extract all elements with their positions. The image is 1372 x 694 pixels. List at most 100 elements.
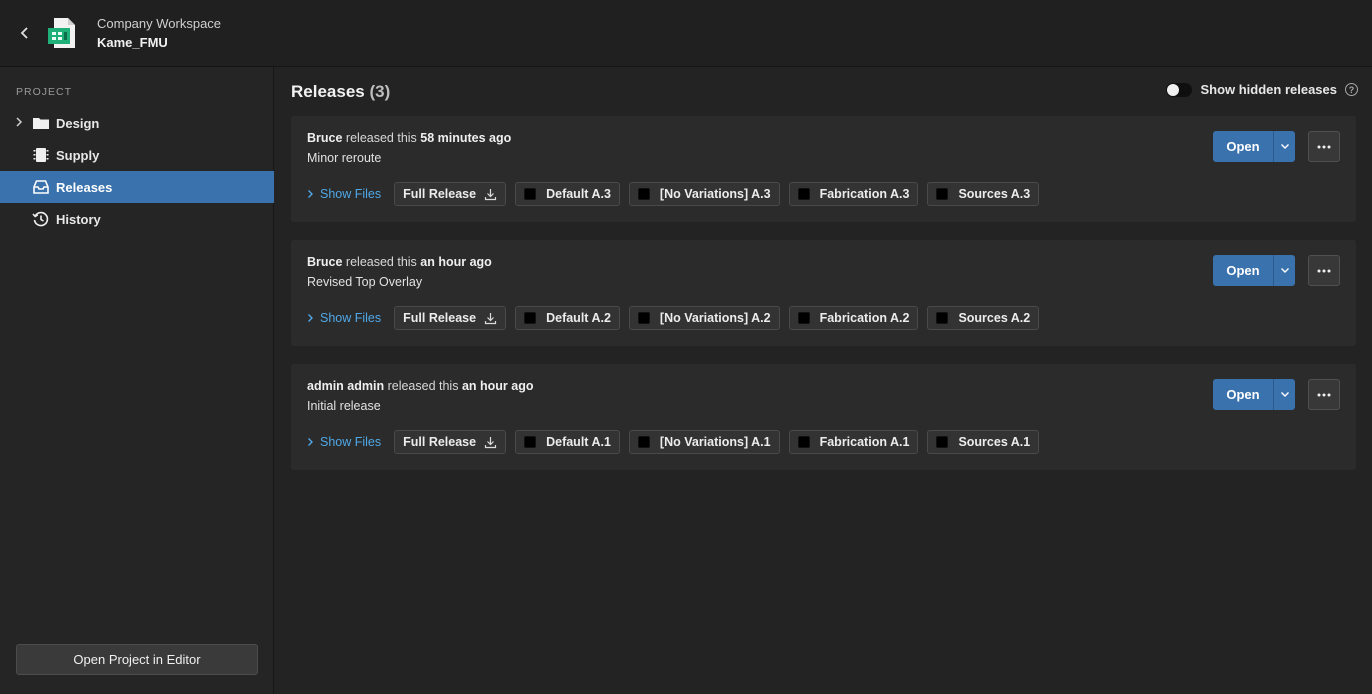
color-swatch (797, 436, 810, 448)
file-pill-default[interactable]: Default A.3 (515, 182, 620, 206)
show-files-button[interactable]: Show Files (307, 311, 381, 325)
chevron-left-icon (20, 27, 28, 39)
file-label: Fabrication A.2 (819, 311, 910, 325)
file-pill-sources[interactable]: Sources A.3 (927, 182, 1040, 206)
show-hidden-label: Show hidden releases (1200, 82, 1337, 97)
open-dropdown-button[interactable] (1273, 255, 1295, 286)
release-verb: released this (345, 255, 417, 269)
release-time: an hour ago (461, 379, 534, 393)
show-files-label: Show Files (320, 435, 382, 449)
file-label: Default A.2 (546, 311, 611, 325)
release-author: admin admin (307, 379, 385, 393)
open-button[interactable]: Open (1213, 255, 1273, 286)
sidebar-item-label: Supply (56, 148, 100, 163)
folder-icon (33, 118, 49, 129)
release-card: Bruce released this 58 minutes ago Minor… (291, 116, 1356, 222)
show-hidden-toggle[interactable] (1166, 82, 1193, 97)
sidebar-item-history[interactable]: History (0, 203, 274, 235)
page-title: Releases (3) (291, 82, 390, 102)
file-pill-fabrication[interactable]: Fabrication A.1 (788, 430, 919, 454)
file-label: [No Variations] A.1 (659, 435, 771, 449)
open-dropdown-button[interactable] (1273, 379, 1295, 410)
file-label: Sources A.2 (958, 311, 1031, 325)
color-swatch (936, 188, 949, 200)
open-button[interactable]: Open (1213, 131, 1273, 162)
color-swatch (797, 188, 810, 200)
chip-icon (33, 148, 49, 162)
file-label: [No Variations] A.3 (659, 187, 771, 201)
release-description: Minor reroute (307, 151, 382, 165)
more-horizontal-icon (1317, 269, 1331, 272)
workspace-name: Company Workspace (97, 16, 222, 31)
file-pill-default[interactable]: Default A.1 (515, 430, 620, 454)
show-files-button[interactable]: Show Files (307, 435, 381, 449)
chevron-right-icon (308, 438, 313, 446)
sidebar: PROJECT Design Supply Releases History O… (0, 67, 274, 694)
open-in-editor-button[interactable]: Open Project in Editor (16, 644, 258, 675)
file-pill-sources[interactable]: Sources A.2 (927, 306, 1040, 330)
open-dropdown-button[interactable] (1273, 131, 1295, 162)
files-row: Show Files Full Release Default A.3 [No … (307, 182, 1048, 206)
page-title-text: Releases (291, 82, 365, 101)
show-files-button[interactable]: Show Files (307, 187, 381, 201)
sidebar-item-releases[interactable]: Releases (0, 171, 274, 203)
release-description: Initial release (307, 399, 381, 413)
top-bar: Company Workspace Kame_FMU (0, 0, 1372, 67)
project-name: Kame_FMU (97, 35, 168, 50)
back-button[interactable] (14, 22, 36, 44)
open-button-group: Open (1213, 379, 1295, 410)
sidebar-item-supply[interactable]: Supply (0, 139, 274, 171)
files-row: Show Files Full Release Default A.1 [No … (307, 430, 1048, 454)
chevron-right-icon (308, 314, 313, 322)
inbox-icon (33, 180, 49, 194)
file-pill-no-variations[interactable]: [No Variations] A.1 (628, 430, 780, 454)
show-files-label: Show Files (320, 311, 382, 325)
color-swatch (637, 188, 650, 200)
release-time: 58 minutes ago (420, 131, 512, 145)
sidebar-item-label: History (56, 212, 101, 227)
chevron-right-icon[interactable] (15, 116, 23, 128)
release-meta: Bruce released this an hour ago (307, 255, 492, 269)
more-options-button[interactable] (1308, 131, 1340, 162)
more-options-button[interactable] (1308, 379, 1340, 410)
help-icon[interactable]: ? (1345, 83, 1358, 96)
color-swatch (637, 436, 650, 448)
chevron-down-icon (1280, 268, 1289, 273)
file-pill-fabrication[interactable]: Fabrication A.3 (788, 182, 919, 206)
main-content: Releases (3) Show hidden releases ? Bruc… (275, 67, 1372, 694)
color-swatch (936, 312, 949, 324)
open-button-group: Open (1213, 131, 1295, 162)
release-author: Bruce (307, 255, 343, 269)
file-pill-default[interactable]: Default A.2 (515, 306, 620, 330)
more-options-button[interactable] (1308, 255, 1340, 286)
download-icon (484, 188, 497, 200)
history-icon (32, 211, 49, 227)
file-label: Default A.1 (546, 435, 611, 449)
release-card: admin admin released this an hour ago In… (291, 364, 1356, 470)
color-swatch (936, 436, 949, 448)
sidebar-item-label: Design (56, 116, 100, 131)
release-card: Bruce released this an hour ago Revised … (291, 240, 1356, 346)
files-row: Show Files Full Release Default A.2 [No … (307, 306, 1048, 330)
download-icon (484, 436, 497, 448)
file-pill-no-variations[interactable]: [No Variations] A.2 (628, 306, 780, 330)
chevron-right-icon (308, 190, 313, 198)
color-swatch (524, 188, 537, 200)
release-count: (3) (369, 82, 391, 101)
file-pill-sources[interactable]: Sources A.1 (927, 430, 1040, 454)
chevron-down-icon (1280, 392, 1289, 397)
show-hidden-releases: Show hidden releases ? (1166, 82, 1358, 97)
more-horizontal-icon (1317, 393, 1331, 396)
color-swatch (524, 436, 537, 448)
file-pill-fabrication[interactable]: Fabrication A.2 (788, 306, 919, 330)
file-pill-full-release[interactable]: Full Release (394, 430, 507, 454)
open-button[interactable]: Open (1213, 379, 1273, 410)
file-pill-full-release[interactable]: Full Release (394, 306, 507, 330)
file-pill-full-release[interactable]: Full Release (394, 182, 507, 206)
sidebar-item-label: Releases (56, 180, 113, 195)
file-label: Full Release (403, 187, 477, 201)
show-files-label: Show Files (320, 187, 382, 201)
release-verb: released this (387, 379, 459, 393)
file-pill-no-variations[interactable]: [No Variations] A.3 (628, 182, 780, 206)
sidebar-item-design[interactable]: Design (0, 107, 274, 139)
